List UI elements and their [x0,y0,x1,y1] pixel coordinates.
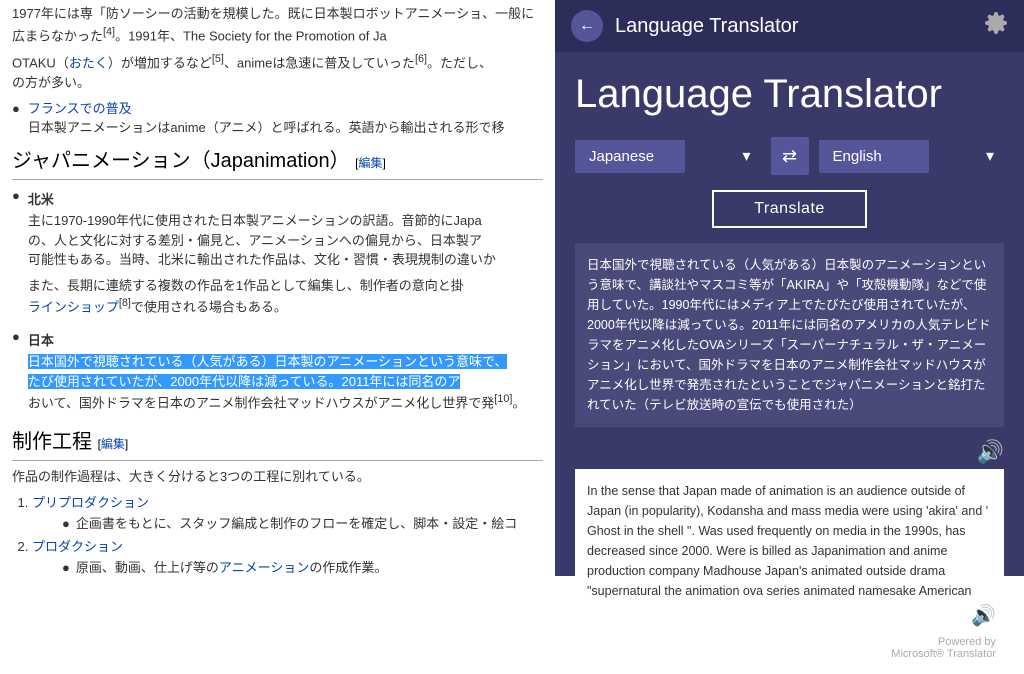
source-speaker-row: 🔊 [575,435,1004,469]
france-bullet: ● フランスでの普及 日本製アニメーションはanime（アニメ）と呼ばれる。英語… [12,99,543,138]
japan-highlighted-text: 日本国外で視聴されている（人気がある）日本製のアニメーションという意味で、たび使… [28,354,508,389]
process-item-1: プリプロダクション ● 企画書をもとに、スタッフ編成と制作のフローを確定し、脚本… [32,493,543,534]
translate-button[interactable]: Translate [712,190,867,228]
gear-icon [984,11,1008,35]
seisaku-section: 制作工程 [編集] [12,427,543,461]
pro-detail: 原画、動画、仕上げ等のアニメーションの作成作業。 [76,558,388,576]
lineup-link[interactable]: ラインショップ [28,299,119,314]
source-language-select[interactable]: Japanese English Chinese [575,140,685,173]
translated-text: In the sense that Japan made of animatio… [587,481,992,599]
hokubei-text: 主に1970-1990年代に使用された日本製アニメーションの訳語。音節的にJap… [28,211,496,270]
powered-by-line1: Powered by [583,636,996,648]
hokubei-text2: また、長期に連続する複数の作品を1作品として編集し、制作者の意向と掛ラインショッ… [28,276,496,317]
pre-detail: 企画書をもとに、スタッフ編成と制作のフローを確定し、脚本・設定・絵コ [76,514,517,534]
powered-by: Powered by Microsoft® Translator [575,632,1004,664]
france-text: 日本製アニメーションはanime（アニメ）と呼ばれる。英語から輸出される形で移 [28,120,505,135]
swap-icon: ⇄ [782,146,797,167]
source-speaker-button[interactable]: 🔊 [977,439,1004,465]
japan-bullet: ● 日本 日本国外で視聴されている（人気がある）日本製のアニメーションという意味… [12,327,543,419]
back-button[interactable]: ← [571,10,603,42]
animation-link[interactable]: アニメーション [219,560,309,575]
intro-text-2: 、一般に広まらなかった [12,6,534,43]
pre-sub-text: ● 企画書をもとに、スタッフ編成と制作のフローを確定し、脚本・設定・絵コ [62,514,543,534]
footer-row: 🔊 [575,599,1004,632]
france-link[interactable]: フランスでの普及 [28,101,132,116]
process-item-2: プロダクション ● 原画、動画、仕上げ等のアニメーションの作成作業。 [32,537,543,576]
hokubei-heading: 北米 [28,190,496,210]
back-icon: ← [579,17,595,35]
translated-text-box: In the sense that Japan made of animatio… [575,469,1004,599]
france-heading: フランスでの普及 [28,101,132,116]
seisaku-heading-text: 制作工程 [12,431,92,453]
hokubei-bullet: ● 北米 主に1970-1990年代に使用された日本製アニメーションの訳語。音節… [12,186,543,323]
translator-big-title: Language Translator [575,72,1004,117]
header-left: ← Language Translator [571,10,798,42]
japan-subheading: 日本 [28,331,526,351]
japanimation-heading-text: ジャパニメーション（Japanimation） [12,150,350,172]
japan-text: 日本国外で視聴されている（人気がある）日本製のアニメーションという意味で、たび使… [28,352,526,413]
seisaku-intro: 作品の制作過程は、大きく分けると3つの工程に別れている。 [12,467,543,487]
japanimation-edit-link[interactable]: 編集 [358,156,382,170]
translator-body: Language Translator Japanese English Chi… [555,52,1024,674]
language-selector-row: Japanese English Chinese ⇄ Japanese Engl… [575,137,1004,175]
pre-production-link[interactable]: プリプロダクション [32,495,149,510]
target-language-select[interactable]: Japanese English Chinese [819,140,929,173]
source-text-box: 日本国外で視聴されている（人気がある）日本製のアニメーションという意味で、講談社… [575,243,1004,427]
powered-by-line2: Microsoft® Translator [583,648,996,660]
speaker-icon-2: 🔊 [971,605,996,627]
intro-text: 1977年には専「防ソーシーの活動を規模した。既に日本製ロボットアニメーショ、一… [12,4,543,45]
header-title: Language Translator [615,15,798,38]
otaku-text: OTAKU（おたく）が増加するなど[5]、animeは急速に普及していった[6]… [12,51,543,92]
otaku-link[interactable]: おたく [69,56,108,71]
source-lang-wrapper: Japanese English Chinese [575,140,761,173]
settings-button[interactable] [984,11,1008,41]
translator-panel: ← Language Translator Language Translato… [555,0,1024,576]
process-list: プリプロダクション ● 企画書をもとに、スタッフ編成と制作のフローを確定し、脚本… [32,493,543,576]
article-panel: 1977年には専「防ソーシーの活動を規模した。既に日本製ロボットアニメーショ、一… [0,0,555,576]
translator-header: ← Language Translator [555,0,1024,52]
target-lang-wrapper: Japanese English Chinese [819,140,1005,173]
japanimation-section: ジャパニメーション（Japanimation） [編集] [12,146,543,180]
pro-sub-text: ● 原画、動画、仕上げ等のアニメーションの作成作業。 [62,558,543,576]
seisaku-edit-link[interactable]: 編集 [101,437,125,451]
production-link[interactable]: プロダクション [32,539,123,554]
source-text: 日本国外で視聴されている（人気がある）日本製のアニメーションという意味で、講談社… [587,255,992,415]
translate-label: Translate [754,200,825,217]
speaker-icon-1: 🔊 [977,439,1004,464]
translated-speaker-button[interactable]: 🔊 [971,603,996,628]
swap-languages-button[interactable]: ⇄ [771,137,809,175]
